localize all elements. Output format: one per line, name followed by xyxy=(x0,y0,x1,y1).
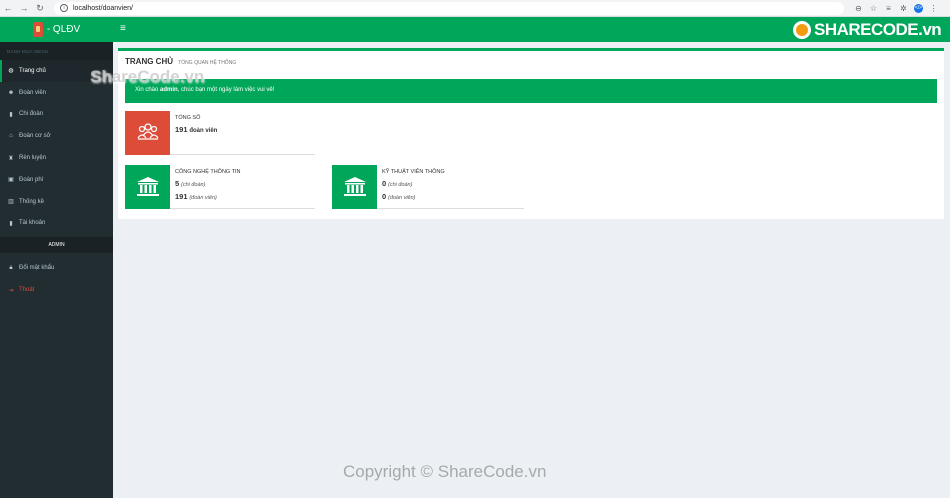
ktvt-doan-vien-unit: (đoàn viên) xyxy=(387,195,416,201)
sidebar-item-label: Đoàn phí xyxy=(19,176,44,183)
info-box-total: TỔNG SỐ 191 đoàn viên xyxy=(125,111,315,155)
money-icon: ▣ xyxy=(8,177,14,184)
sharecode-brand-text: SHARECODE.vn xyxy=(814,20,942,39)
bank-icon xyxy=(332,165,377,209)
reading-list-icon[interactable]: ≡ xyxy=(884,4,893,13)
sidebar-item-label: Tài khoản xyxy=(19,220,46,227)
info-box-label: KỸ THUẬT VIỄN THÔNG xyxy=(382,169,445,175)
bank-icon: ⌂ xyxy=(9,133,13,140)
back-icon[interactable]: ← xyxy=(0,0,16,17)
sidebar-item-label: Đoàn viên xyxy=(19,89,47,96)
sidebar-item-thoat[interactable]: ⇥ Thoát xyxy=(0,279,113,301)
sharecode-circle-icon xyxy=(793,21,811,39)
ktvt-chi-doan-unit: (chi đoàn) xyxy=(387,182,413,188)
sidebar-item-label: Đoàn cơ sở xyxy=(19,133,51,140)
sharecode-logo: SHARECODE.vn xyxy=(793,19,942,41)
sidebar-item-label: Chi đoàn xyxy=(19,111,44,118)
admin-header: ADMIN xyxy=(0,237,113,254)
trophy-icon: ♜ xyxy=(8,155,14,162)
cntt-doan-vien-count: 191 xyxy=(175,192,188,201)
alert-username: admin xyxy=(160,87,178,93)
sidebar-item-doan-co-so[interactable]: ⌂ Đoàn cơ sở xyxy=(0,125,113,147)
forward-icon[interactable]: → xyxy=(16,0,32,17)
book-icon: ▮ xyxy=(9,111,13,118)
sidebar-item-doi-mat-khau[interactable]: 🔒︎ Đổi mật khẩu xyxy=(0,257,113,279)
info-box-label: TỔNG SỐ xyxy=(175,115,201,121)
info-box-ktvt: KỸ THUẬT VIỄN THÔNG 0 (chi đoàn) 0 (đoàn… xyxy=(332,165,524,209)
sidebar-item-chi-doan[interactable]: ▮ Chi đoàn xyxy=(0,104,113,126)
extension-icon[interactable]: </> xyxy=(914,3,923,13)
puzzle-icon[interactable]: ✲ xyxy=(899,4,908,13)
welcome-alert: Xin chào admin, chúc bạn một ngày làm vi… xyxy=(125,79,937,103)
info-box-label: CÔNG NGHỆ THÔNG TIN xyxy=(175,169,241,175)
sidebar-item-label: Thoát xyxy=(19,287,35,294)
watermark-bottom: Copyright © ShareCode.vn xyxy=(343,462,547,481)
menu-header: DANH MỤC MENU xyxy=(0,42,113,60)
browser-toolbar: ← → ↻ i localhost/doanvien/ ⊖ ☆ ≡ ✲ </> … xyxy=(0,0,950,17)
users-icon: ☻ xyxy=(7,89,15,96)
bank-icon xyxy=(125,165,170,209)
info-box-cntt: CÔNG NGHỆ THÔNG TIN 5 (chi đoàn) 191 (đo… xyxy=(125,165,315,209)
total-unit: đoàn viên xyxy=(189,128,218,134)
sidebar-item-label: Trang chủ xyxy=(19,67,46,74)
cntt-chi-doan-unit: (chi đoàn) xyxy=(180,182,206,188)
info-box-value: 191 đoàn viên xyxy=(175,125,217,134)
info-box-value: 5 (chi đoàn) xyxy=(175,179,241,188)
sidebar-item-doan-phi[interactable]: ▣ Đoàn phí xyxy=(0,169,113,191)
info-box-value: 0 (đoàn viên) xyxy=(382,192,445,201)
sidebar-item-label: Rèn luyện xyxy=(19,155,47,162)
sidebar: - QLĐV DANH MỤC MENU ◍ Trang chủ ☻ Đoàn … xyxy=(0,17,113,498)
reload-icon[interactable]: ↻ xyxy=(32,0,48,17)
cntt-chi-doan-count: 5 xyxy=(175,179,180,188)
app-logo[interactable]: - QLĐV xyxy=(0,17,113,42)
info-box-value: 191 (đoàn viên) xyxy=(175,192,241,201)
info-box-value: 0 (chi đoàn) xyxy=(382,179,445,188)
ktvt-doan-vien-count: 0 xyxy=(382,192,387,201)
sidebar-item-label: Thống kê xyxy=(19,198,45,205)
dashboard-icon: ◍ xyxy=(8,68,14,75)
alert-suffix: , chúc bạn một ngày làm việc vui vẻ! xyxy=(177,87,275,93)
page-title: TRANG CHỦ TỔNG QUAN HỆ THỐNG xyxy=(125,57,236,66)
sidebar-item-ren-luyen[interactable]: ♜ Rèn luyện xyxy=(0,147,113,169)
zoom-icon[interactable]: ⊖ xyxy=(854,4,863,13)
lock-icon: 🔒︎ xyxy=(9,264,13,271)
book-icon: ▮ xyxy=(9,220,13,227)
sidebar-item-label: Đổi mật khẩu xyxy=(19,265,55,272)
star-icon[interactable]: ☆ xyxy=(869,4,878,13)
total-count: 191 xyxy=(175,125,188,134)
alert-prefix: Xin chào xyxy=(135,87,161,93)
ktvt-chi-doan-count: 0 xyxy=(382,179,387,188)
page-title-text: TRANG CHỦ xyxy=(125,57,173,66)
top-navbar: ≡ SHARECODE.vn xyxy=(113,17,950,42)
sidebar-item-thong-ke[interactable]: ▥ Thống kê xyxy=(0,191,113,213)
url-text: localhost/doanvien/ xyxy=(73,4,133,12)
more-icon[interactable]: ⋮ xyxy=(929,4,938,13)
dashboard-panel: TRANG CHỦ TỔNG QUAN HỆ THỐNG Xin chào ad… xyxy=(118,48,944,219)
users-group-icon xyxy=(125,111,170,155)
hamburger-menu-icon[interactable]: ≡ xyxy=(120,24,126,34)
info-icon[interactable]: i xyxy=(60,4,68,12)
chart-icon: ▥ xyxy=(8,199,14,206)
sidebar-item-tai-khoan[interactable]: ▮ Tài khoản xyxy=(0,213,113,235)
cntt-doan-vien-unit: (đoàn viên) xyxy=(189,195,217,201)
watermark-top: ShareCode.vn xyxy=(90,67,205,86)
page-subtitle: TỔNG QUAN HỆ THỐNG xyxy=(178,60,237,66)
address-bar[interactable]: i localhost/doanvien/ xyxy=(54,1,844,15)
sign-out-icon: ⇥ xyxy=(8,287,14,294)
logo-badge-icon xyxy=(32,22,43,37)
logo-text: - QLĐV xyxy=(46,24,81,35)
